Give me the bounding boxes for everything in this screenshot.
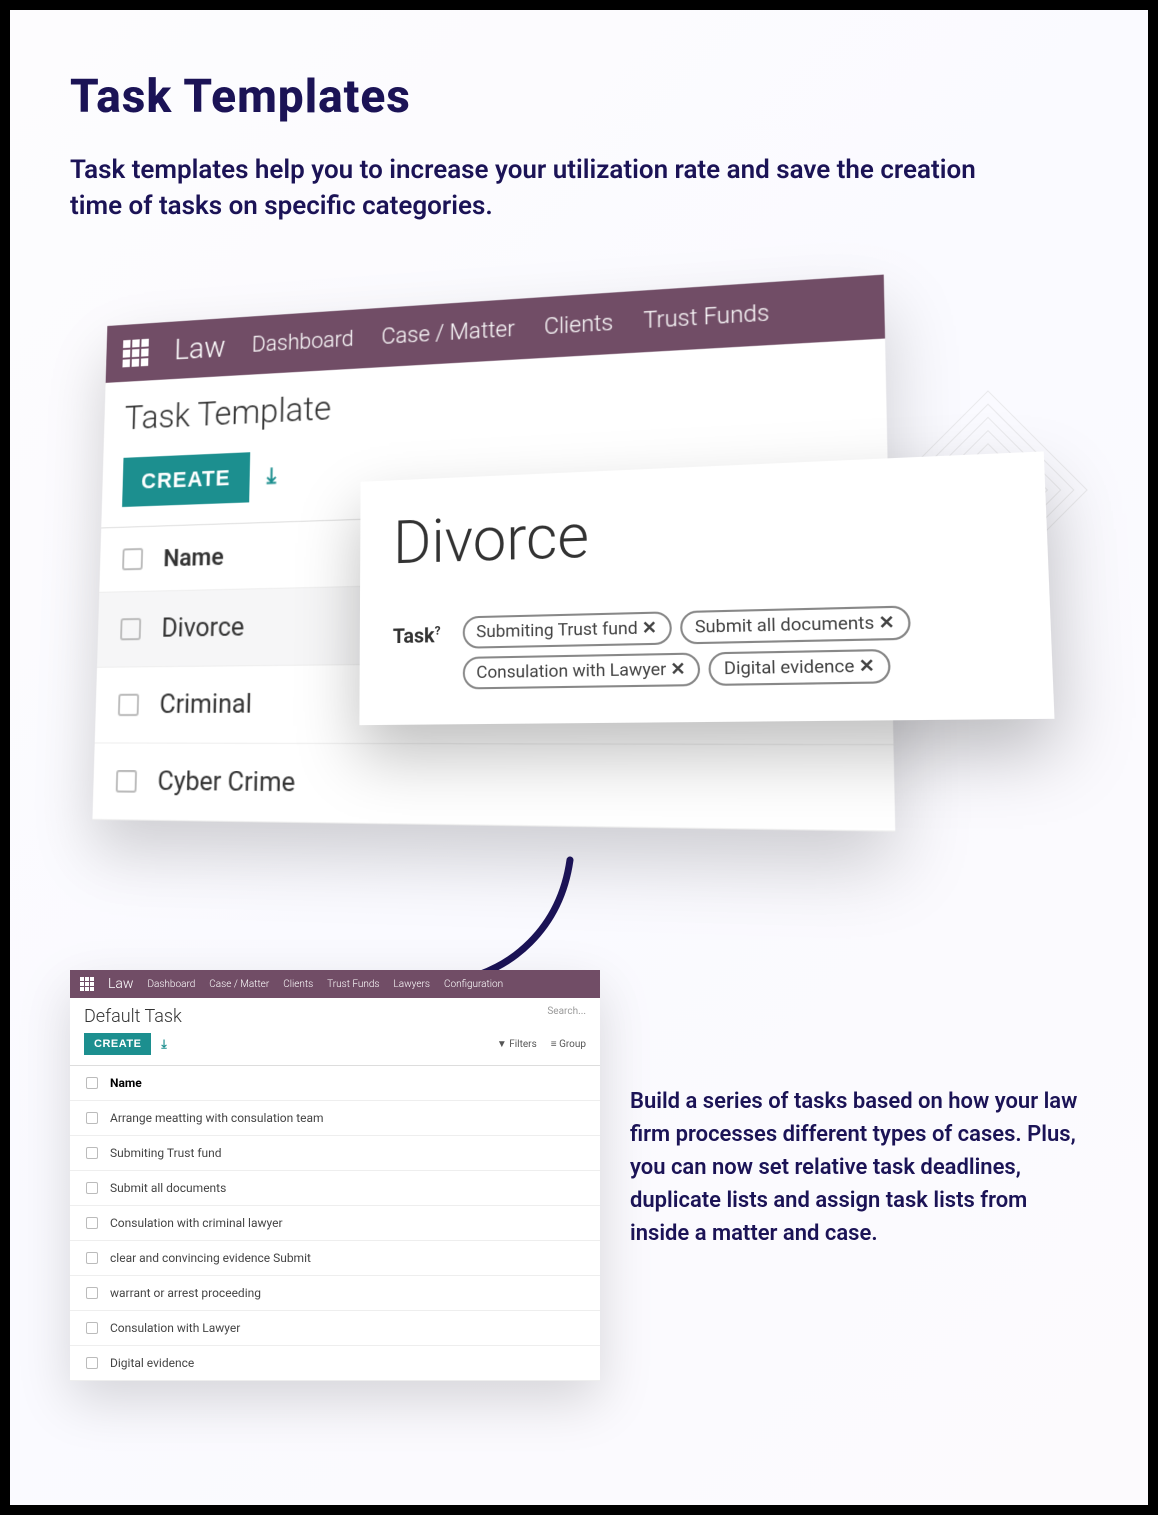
marketing-page: Task Templates Task templates help you t… [10, 10, 1148, 1505]
nav-trust-funds[interactable]: Trust Funds [327, 979, 379, 990]
nav-case-matter[interactable]: Case / Matter [381, 316, 515, 350]
table-row[interactable]: Submit all documents [70, 1171, 600, 1206]
apps-grid-icon[interactable] [122, 338, 148, 367]
main-screenshot-wrap: Law Dashboard Case / Matter Clients Trus… [100, 320, 940, 920]
task-tags: Submiting Trust fund✕ Submit all documen… [462, 604, 977, 690]
row-label: Submit all documents [110, 1181, 226, 1195]
nav-lawyers[interactable]: Lawyers [394, 979, 430, 990]
app-name[interactable]: Law [174, 330, 226, 367]
row-checkbox[interactable] [86, 1287, 98, 1299]
table-row[interactable]: Digital evidence [70, 1346, 600, 1381]
row-label: Divorce [161, 612, 244, 644]
row-checkbox[interactable] [120, 618, 141, 640]
row-label: Consulation with Lawyer [110, 1321, 240, 1335]
select-all-checkbox[interactable] [86, 1077, 98, 1089]
template-detail-card: Divorce Task? Submiting Trust fund✕ Subm… [359, 451, 1054, 725]
row-label: Consulation with criminal lawyer [110, 1216, 283, 1230]
row-label: Submiting Trust fund [110, 1146, 222, 1160]
row-checkbox[interactable] [86, 1252, 98, 1264]
row-checkbox[interactable] [86, 1322, 98, 1334]
remove-tag-icon[interactable]: ✕ [878, 612, 895, 634]
column-name: Name [163, 543, 224, 573]
nav-configuration[interactable]: Configuration [444, 979, 503, 990]
download-icon[interactable]: ⤓ [161, 1037, 166, 1052]
task-field-label: Task? [393, 623, 441, 648]
row-label: Criminal [159, 689, 252, 720]
nav-dashboard[interactable]: Dashboard [147, 979, 195, 990]
row-label: Arrange meatting with consulation team [110, 1111, 324, 1125]
nav-dashboard[interactable]: Dashboard [252, 327, 354, 358]
filters-button[interactable]: ▼ Filters [497, 1039, 537, 1050]
page-title: Task Templates [70, 70, 1088, 124]
table-row[interactable]: Arrange meatting with consulation team [70, 1101, 600, 1136]
remove-tag-icon[interactable]: ✕ [859, 656, 876, 678]
task-tag[interactable]: Consulation with Lawyer✕ [462, 652, 700, 689]
nav-clients[interactable]: Clients [544, 310, 613, 340]
table-row[interactable]: clear and convincing evidence Submit [70, 1241, 600, 1276]
nav-trust-funds[interactable]: Trust Funds [643, 300, 769, 334]
task-tag[interactable]: Submiting Trust fund✕ [462, 611, 672, 649]
row-checkbox[interactable] [116, 770, 137, 793]
row-label: warrant or arrest proceeding [110, 1286, 261, 1300]
task-tag[interactable]: Submit all documents✕ [680, 605, 911, 644]
remove-tag-icon[interactable]: ✕ [642, 618, 657, 639]
row-checkbox[interactable] [86, 1182, 98, 1194]
table-row[interactable]: Cyber Crime [92, 743, 895, 831]
row-checkbox[interactable] [118, 694, 139, 716]
row-checkbox[interactable] [86, 1357, 98, 1369]
app-name[interactable]: Law [108, 976, 133, 992]
download-icon[interactable]: ⤓ [267, 464, 277, 490]
app-nav-bar-small: Law Dashboard Case / Matter Clients Trus… [70, 970, 600, 998]
table-row[interactable]: warrant or arrest proceeding [70, 1276, 600, 1311]
module-title: Default Task [84, 1006, 182, 1027]
select-all-checkbox[interactable] [122, 548, 143, 570]
row-checkbox[interactable] [86, 1147, 98, 1159]
page-subtitle: Task templates help you to increase your… [70, 152, 990, 225]
apps-grid-icon[interactable] [80, 977, 94, 991]
column-name: Name [110, 1076, 142, 1090]
create-button[interactable]: CREATE [84, 1033, 151, 1055]
default-task-screenshot: Law Dashboard Case / Matter Clients Trus… [70, 970, 600, 1381]
nav-clients[interactable]: Clients [283, 979, 313, 990]
row-label: Cyber Crime [157, 766, 295, 798]
task-tag[interactable]: Digital evidence✕ [709, 649, 891, 686]
detail-title: Divorce [393, 483, 1009, 578]
row-label: Digital evidence [110, 1356, 194, 1370]
body-paragraph: Build a series of tasks based on how you… [630, 1085, 1090, 1250]
nav-case-matter[interactable]: Case / Matter [209, 979, 269, 990]
row-checkbox[interactable] [86, 1217, 98, 1229]
search-input[interactable]: Search... [547, 1006, 586, 1017]
toolbar: CREATE ⤓ ▼ Filters ≡ Group [70, 1027, 600, 1066]
group-by-button[interactable]: ≡ Group [551, 1039, 586, 1050]
table-header: Name [70, 1066, 600, 1101]
table-row[interactable]: Consulation with criminal lawyer [70, 1206, 600, 1241]
remove-tag-icon[interactable]: ✕ [670, 659, 685, 680]
row-label: clear and convincing evidence Submit [110, 1251, 311, 1265]
create-button[interactable]: CREATE [122, 452, 250, 507]
row-checkbox[interactable] [86, 1112, 98, 1124]
table-row[interactable]: Submiting Trust fund [70, 1136, 600, 1171]
table-row[interactable]: Consulation with Lawyer [70, 1311, 600, 1346]
